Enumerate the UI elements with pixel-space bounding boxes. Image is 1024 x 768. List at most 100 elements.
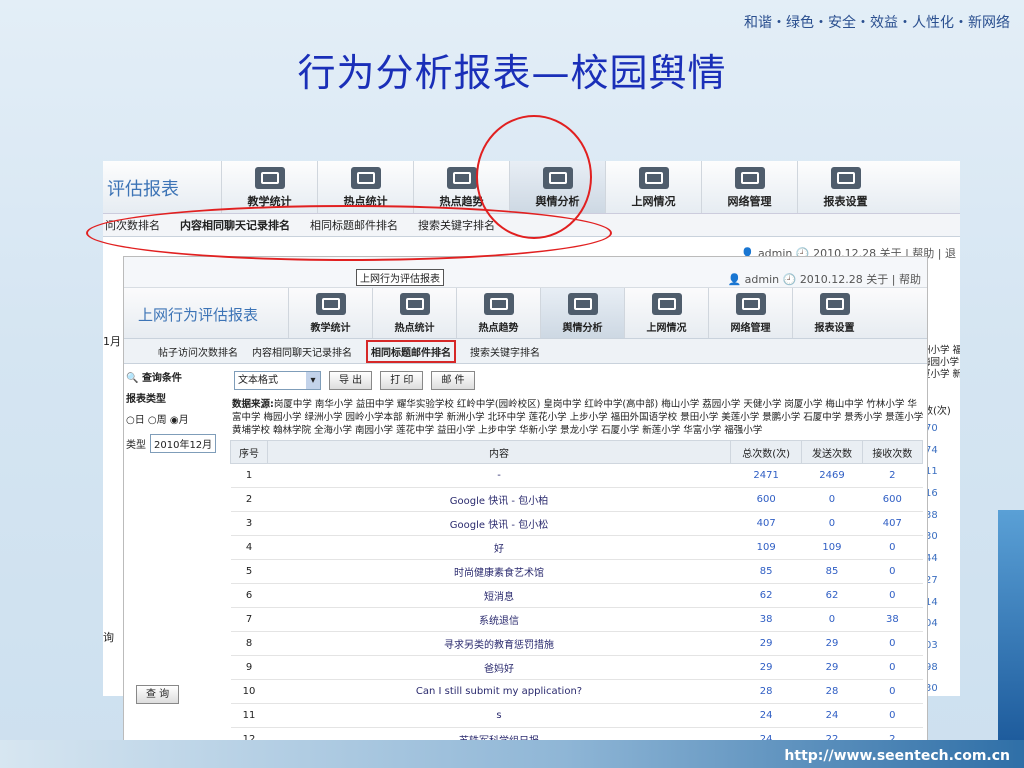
table-cell[interactable]: 600 (862, 487, 923, 512)
table-cell[interactable]: 28 (730, 679, 802, 704)
front-tab-6[interactable]: 报表设置 (792, 288, 876, 338)
table-cell[interactable]: 62 (801, 583, 863, 608)
table-row: 6 短消息 62 62 0 (230, 583, 923, 608)
radio-month[interactable]: ◉ (170, 415, 179, 426)
table-cell: 6 (230, 583, 268, 608)
back-right-value: 38 (925, 509, 938, 521)
back-tab-4[interactable]: 上网情况 (605, 161, 701, 213)
front-tab-3[interactable]: 舆情分析 (540, 288, 624, 338)
table-cell[interactable]: 109 (730, 535, 802, 560)
table-cell[interactable]: 109 (801, 535, 863, 560)
nav-tab-label: 报表设置 (814, 323, 855, 334)
report-table: 序号 内容 总次数(次) 发送次数 接收次数 1-2471 2469 2 2 Google 快讯… (230, 440, 924, 741)
nav-icon (483, 293, 514, 315)
table-cell[interactable]: 2469 (801, 463, 863, 488)
back-right-value: 30 (925, 683, 938, 695)
mail-button[interactable]: 邮 件 (431, 371, 475, 390)
table-cell[interactable]: 29 (730, 655, 802, 680)
table-row: 5 时尚健康素食艺术馆 85 85 0 (230, 559, 923, 584)
front-subnav-item-3[interactable]: 搜索关键字排名 (470, 344, 540, 359)
front-tab-4[interactable]: 上网情况 (624, 288, 708, 338)
front-subnav-item-1[interactable]: 内容相同聊天记录排名 (252, 344, 352, 359)
query-button[interactable]: 查 询 (136, 685, 180, 704)
table-cell[interactable]: 0 (801, 487, 863, 512)
back-tab-6[interactable]: 报表设置 (797, 161, 893, 213)
table-cell[interactable]: 0 (862, 703, 923, 728)
radio-week[interactable]: ○ (148, 415, 157, 426)
table-cell[interactable]: 0 (801, 607, 863, 632)
table-cell[interactable]: 寻求另类的教育惩罚措施 (267, 631, 731, 656)
table-cell[interactable]: 短消息 (267, 583, 731, 608)
front-links[interactable]: 关于 | 帮助 (866, 273, 921, 286)
back-tab-5[interactable]: 网络管理 (701, 161, 797, 213)
print-button[interactable]: 打 印 (380, 371, 424, 390)
table-cell[interactable]: 爸妈好 (267, 655, 731, 680)
table-cell[interactable]: 85 (801, 559, 863, 584)
table-cell[interactable]: 29 (730, 631, 802, 656)
export-button[interactable]: 导 出 (329, 371, 373, 390)
back-brand: 评估报表 (107, 179, 179, 200)
table-cell[interactable]: 29 (801, 631, 863, 656)
table-cell[interactable]: - (267, 463, 731, 488)
query-panel: 🔍 查询条件 报表类型 ○日 ○周 ◉月 类型 2010年12月 查 询 (124, 363, 221, 741)
table-header-1[interactable]: 内容 (267, 440, 731, 464)
period-input[interactable]: 2010年12月 (150, 434, 217, 453)
back-right-value: 14 (925, 596, 938, 608)
table-cell[interactable]: 0 (862, 583, 923, 608)
front-tab-0[interactable]: 教学统计 (288, 288, 372, 338)
table-header-4[interactable]: 接收次数 (861, 440, 924, 464)
table-header-3[interactable]: 发送次数 (801, 440, 863, 464)
table-cell[interactable]: 0 (862, 535, 923, 560)
table-cell[interactable]: 2 (862, 463, 923, 488)
back-right-value: 03 (925, 639, 938, 651)
annotation-ellipse-subnav (86, 205, 612, 261)
search-icon: 🔍 (126, 373, 139, 384)
table-cell[interactable]: 时尚健康素食艺术馆 (267, 559, 731, 584)
radio-day[interactable]: ○ (126, 415, 135, 426)
table-cell[interactable]: 38 (730, 607, 802, 632)
table-cell[interactable]: 29 (801, 655, 863, 680)
table-cell: 8 (230, 631, 268, 656)
table-cell[interactable]: 0 (862, 679, 923, 704)
table-cell[interactable]: 0 (862, 655, 923, 680)
table-cell[interactable]: 2471 (730, 463, 802, 488)
table-cell[interactable]: 系统退信 (267, 607, 731, 632)
table-cell[interactable]: 24 (801, 703, 863, 728)
front-tab-1[interactable]: 热点统计 (372, 288, 456, 338)
front-subnav-item-0[interactable]: 帖子访问次数排名 (158, 344, 238, 359)
table-cell: 9 (230, 655, 268, 680)
table-cell[interactable]: 407 (730, 511, 802, 536)
table-cell[interactable]: s (267, 703, 731, 728)
back-right-value: 70 (925, 423, 938, 434)
format-select[interactable]: 文本格式 (234, 371, 321, 390)
front-tab-5[interactable]: 网络管理 (708, 288, 792, 338)
front-tab-2[interactable]: 热点趋势 (456, 288, 540, 338)
table-cell[interactable]: 407 (862, 511, 923, 536)
back-right-value: 11 (925, 466, 938, 478)
data-source: 数据来源:岗厦中学 南华小学 益田中学 耀华实验学校 红岭中学(园岭校区) 皇岗… (232, 399, 924, 436)
table-cell[interactable]: Google 快讯 - 包小柏 (267, 487, 731, 512)
table-cell[interactable]: 好 (267, 535, 731, 560)
table-cell[interactable]: Google 快讯 - 包小松 (267, 511, 731, 536)
table-cell[interactable]: 85 (730, 559, 802, 584)
front-user[interactable]: admin (745, 273, 779, 286)
table-cell[interactable]: Can I still submit my application? (267, 679, 731, 704)
table-header-2[interactable]: 总次数(次) (729, 440, 803, 464)
table-cell[interactable]: 62 (730, 583, 802, 608)
decorative-band (998, 510, 1024, 740)
front-subnav-item-2[interactable]: 相同标题邮件排名 (366, 339, 456, 363)
nav-icon (735, 293, 766, 315)
table-cell[interactable]: 0 (801, 511, 863, 536)
table-cell: 10 (230, 679, 268, 704)
back-left-label-2: 询 (103, 631, 114, 644)
table-cell[interactable]: 28 (801, 679, 863, 704)
table-cell[interactable]: 38 (862, 607, 923, 632)
back-right-values: 7074111638304427140403983076 (925, 423, 960, 696)
table-cell[interactable]: 24 (730, 703, 802, 728)
table-cell[interactable]: 0 (862, 559, 923, 584)
table-header-0[interactable]: 序号 (230, 440, 268, 464)
nav-icon (399, 293, 430, 315)
table-cell[interactable]: 0 (862, 631, 923, 656)
table-cell[interactable]: 600 (730, 487, 802, 512)
table-cell: 1 (230, 463, 268, 488)
